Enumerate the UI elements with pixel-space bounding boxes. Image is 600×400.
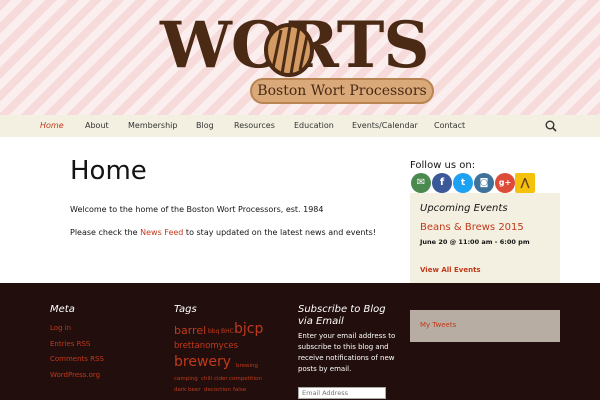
comments-rss-link[interactable]: Comments RSS [50,355,104,363]
wordpress-org-link[interactable]: WordPress.org [50,371,100,379]
event-link[interactable]: Beans & Brews 2015 [420,222,524,233]
nav-item-education[interactable]: Education [294,115,334,137]
nav-item-events-calendar[interactable]: Events/Calendar [352,115,418,137]
tweets-widget: My Tweets [410,310,560,342]
nav-item-home[interactable]: Home [40,115,64,137]
tag-link[interactable]: barrel [174,324,206,337]
twitter-icon[interactable]: t [453,173,473,193]
tag-link[interactable]: brewery [174,354,231,370]
logo-tagline: Boston Wort Processors [257,83,427,99]
tag-link[interactable]: decoction [204,387,231,393]
nav-item-contact[interactable]: Contact [434,115,465,137]
facebook-icon[interactable]: f [432,173,452,193]
intro-text: Welcome to the home of the Boston Wort P… [70,205,324,214]
tag-link[interactable]: BHC [221,328,234,335]
tag-link[interactable]: bjcp [234,321,263,337]
my-tweets-link[interactable]: My Tweets [420,321,456,329]
news-suffix: to stay updated on the latest news and e… [183,228,377,237]
site-header: WORTS Boston Wort Processors [0,0,600,115]
nav-item-blog[interactable]: Blog [196,115,214,137]
meta-heading: Meta [50,304,75,315]
tag-link[interactable]: brewing [236,363,258,369]
subscribe-heading-line2: via Email [298,316,344,327]
site-logo[interactable]: WORTS Boston Wort Processors [160,10,440,105]
news-prefix: Please check the [70,228,141,237]
page-title: Home [70,156,147,186]
email-icon[interactable]: ✉ [411,173,431,193]
entries-rss-link[interactable]: Entries RSS [50,340,90,348]
event-date: June 20 @ 11:00 am - 6:00 pm [420,238,530,246]
events-title: Upcoming Events [420,203,508,214]
nav-item-about[interactable]: About [85,115,109,137]
google-plus-icon[interactable]: g+ [495,173,515,193]
login-link[interactable]: Log in [50,324,71,332]
search-icon[interactable] [545,120,557,132]
tag-link[interactable]: brettanomyces [174,341,238,351]
tag-link[interactable]: competition [229,376,262,382]
subscribe-heading: Subscribe to Blog via Email [298,304,386,328]
subscribe-description: Enter your email address to subscribe to… [298,332,396,373]
tag-link[interactable]: bbq [208,328,219,335]
nav-item-membership[interactable]: Membership [128,115,177,137]
tag-link[interactable]: dark beer [174,387,201,393]
tag-link[interactable]: false [233,387,246,393]
news-paragraph: Please check the News Feed to stay updat… [70,228,400,237]
tag-link[interactable]: cider [214,376,228,382]
tag-link[interactable]: camping [174,376,198,382]
email-address-input[interactable] [298,387,386,399]
subscribe-heading-line1: Subscribe to Blog [298,304,386,315]
barrel-icon [264,23,314,77]
upcoming-events-widget: Upcoming Events Beans & Brews 2015 June … [410,193,560,283]
main-nav: Home About Membership Blog Resources Edu… [0,115,600,137]
news-feed-link[interactable]: News Feed [140,228,183,237]
nav-item-resources[interactable]: Resources [234,115,275,137]
untappd-icon[interactable]: ⋀ [515,173,535,193]
tags-heading: Tags [174,304,197,315]
instagram-icon[interactable]: ◙ [474,173,494,193]
follow-us-title: Follow us on: [410,160,476,171]
view-all-events-link[interactable]: View All Events [420,266,481,274]
tag-link[interactable]: chili [201,376,212,382]
